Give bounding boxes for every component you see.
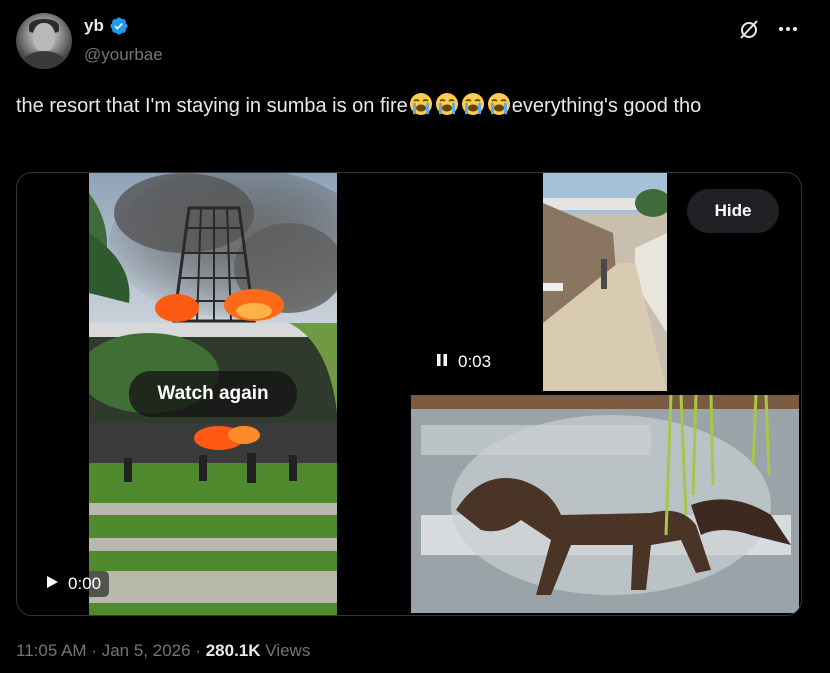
crying-face-emoji (487, 92, 511, 116)
crying-face-emoji (461, 92, 485, 116)
tweet-meta: 11:05 AM · Jan 5, 2026 · 280.1K Views (16, 641, 310, 661)
author-name-row[interactable]: yb (84, 16, 129, 36)
crying-face-emoji (409, 92, 433, 116)
video-walkway[interactable] (543, 173, 667, 391)
emoji-group (408, 92, 512, 117)
video-horse-sculpture[interactable] (411, 395, 799, 613)
play-icon[interactable] (45, 574, 59, 594)
views-count[interactable]: 280.1K (206, 641, 261, 660)
hide-button[interactable]: Hide (687, 189, 779, 233)
video2-time-badge[interactable]: 0:03 (427, 349, 499, 375)
tweet-text: the resort that I'm staying in sumba is … (16, 91, 776, 121)
verified-badge-icon (109, 16, 129, 36)
video2-time: 0:03 (458, 352, 492, 371)
avatar[interactable] (16, 13, 72, 69)
video1-time: 0:00 (68, 574, 102, 593)
meta-separator: · (195, 641, 201, 660)
tweet-time[interactable]: 11:05 AM (16, 641, 87, 660)
watch-again-button[interactable]: Watch again (129, 371, 297, 417)
pause-icon[interactable] (435, 352, 449, 372)
display-name[interactable]: yb (84, 16, 104, 36)
views-label: Views (265, 641, 311, 660)
author-handle[interactable]: @yourbae (84, 45, 163, 65)
media-grid[interactable]: Watch again Hide 0:00 0:03 (16, 172, 802, 616)
meta-separator: · (91, 641, 97, 660)
more-icon[interactable] (776, 17, 800, 46)
video1-time-badge[interactable]: 0:00 (37, 571, 110, 597)
tweet-date[interactable]: Jan 5, 2026 (102, 641, 191, 660)
tweet-text-before: the resort that I'm staying in sumba is … (16, 95, 408, 117)
grok-icon[interactable] (737, 17, 761, 46)
tweet-text-after: everything's good tho (511, 95, 702, 117)
crying-face-emoji (435, 92, 459, 116)
